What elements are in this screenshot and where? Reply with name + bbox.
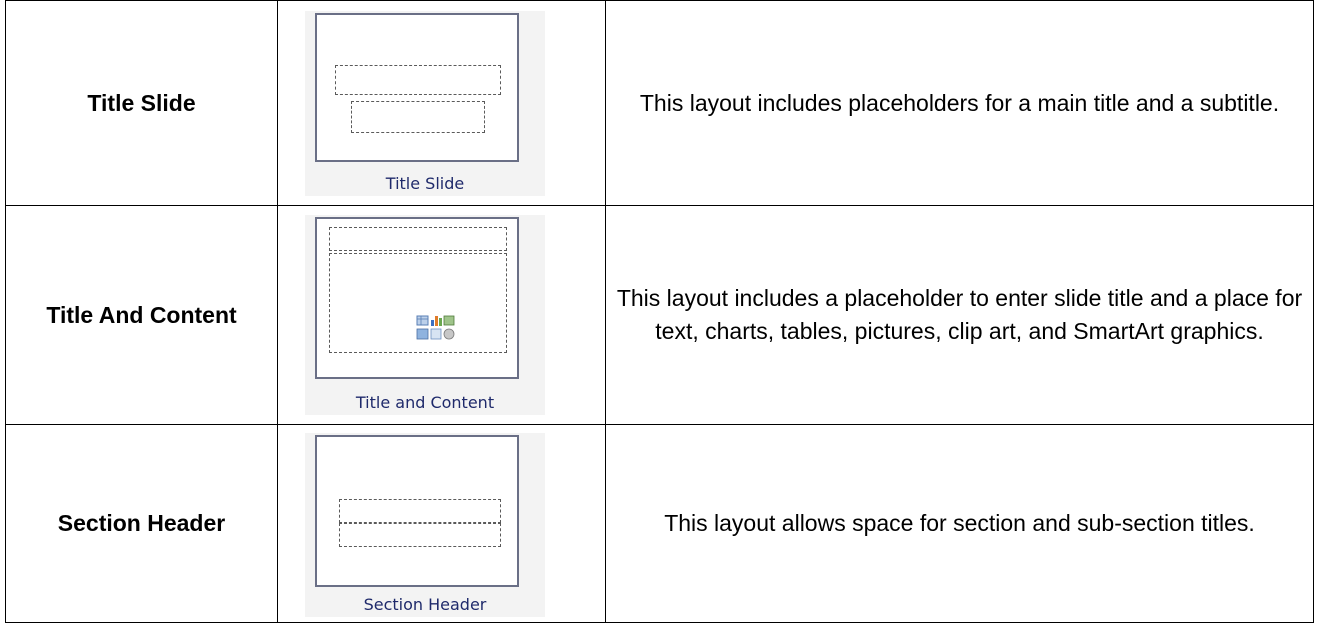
layout-description: This layout allows space for section and… bbox=[605, 424, 1314, 623]
layout-description: This layout includes a placeholder to en… bbox=[605, 205, 1314, 425]
slide-preview bbox=[315, 435, 519, 587]
layout-name: Section Header bbox=[5, 424, 278, 623]
layout-thumbnail-section-header[interactable]: Section Header bbox=[305, 433, 545, 617]
layout-thumbnail-title-and-content[interactable]: Title and Content bbox=[305, 215, 545, 415]
table-row-title-and-content: Title And Content Title and Content This… bbox=[5, 205, 1314, 425]
layout-name: Title Slide bbox=[5, 0, 278, 206]
layout-name: Title And Content bbox=[5, 205, 278, 425]
title-placeholder bbox=[335, 65, 501, 95]
layout-description: This layout includes placeholders for a … bbox=[605, 0, 1314, 206]
slide-preview bbox=[315, 217, 519, 379]
thumbnail-caption: Title and Content bbox=[355, 393, 495, 412]
section-text-placeholder bbox=[339, 523, 501, 547]
table-row-section-header: Section Header Section Header This layou… bbox=[5, 424, 1314, 623]
title-placeholder bbox=[329, 227, 507, 251]
insert-content-icon bbox=[416, 315, 455, 340]
layout-thumbnail-cell: Section Header bbox=[277, 424, 606, 623]
slide-layouts-table: Title Slide Title Slide This layout incl… bbox=[5, 0, 1314, 623]
slide-preview bbox=[315, 13, 519, 162]
thumbnail-caption: Section Header bbox=[363, 595, 487, 614]
layout-thumbnail-title-slide[interactable]: Title Slide bbox=[305, 11, 545, 196]
table-row-title-slide: Title Slide Title Slide This layout incl… bbox=[5, 0, 1314, 206]
layout-thumbnail-cell: Title Slide bbox=[277, 0, 606, 206]
layout-thumbnail-cell: Title and Content bbox=[277, 205, 606, 425]
section-title-placeholder bbox=[339, 499, 501, 523]
thumbnail-caption: Title Slide bbox=[385, 174, 465, 193]
content-placeholder bbox=[329, 253, 507, 353]
subtitle-placeholder bbox=[351, 101, 485, 133]
